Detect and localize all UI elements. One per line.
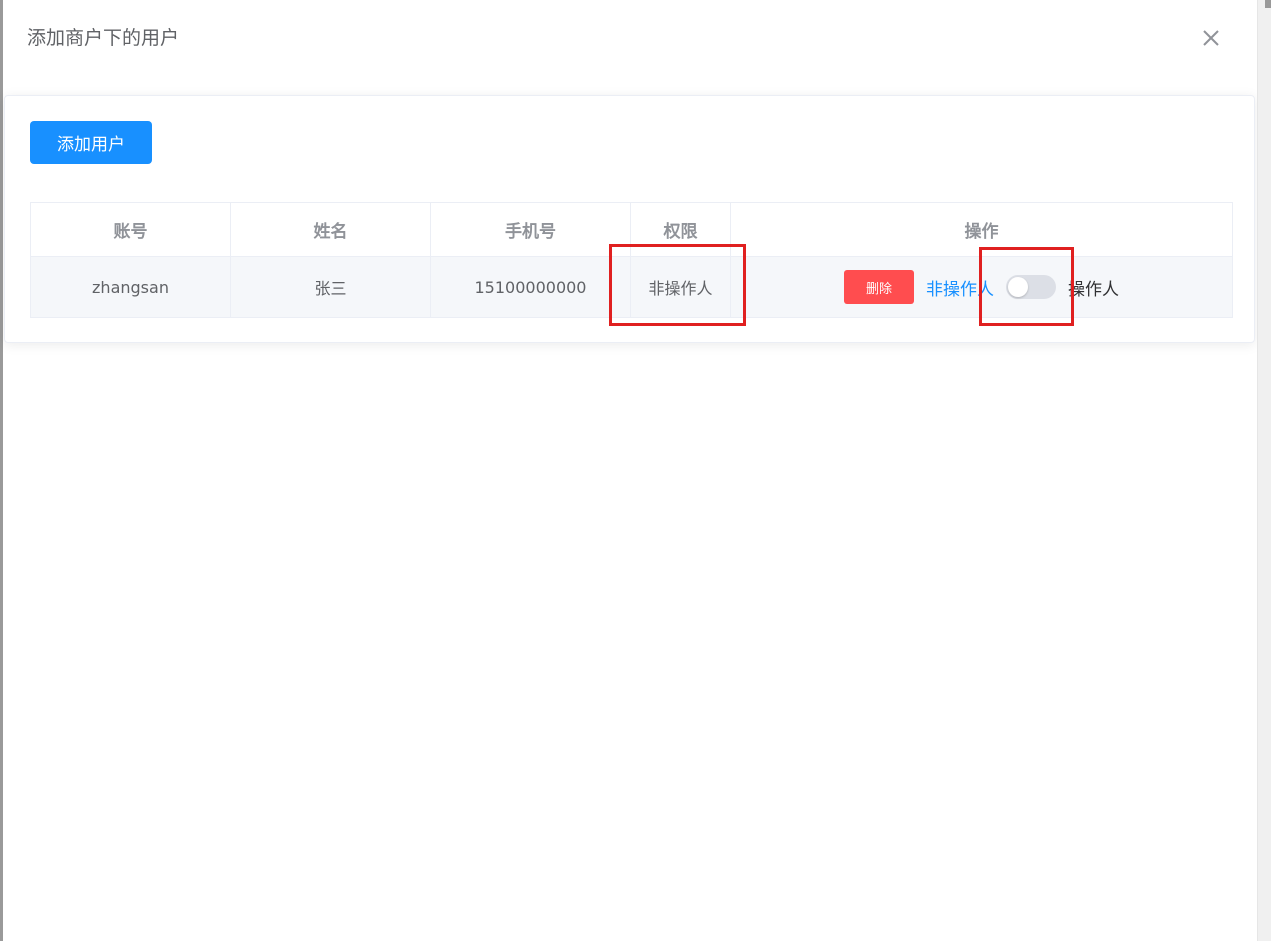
right-scroll-gutter — [1257, 0, 1271, 941]
column-header-actions: 操作 — [730, 202, 1233, 257]
table-row: zhangsan 张三 15100000000 非操作人 删除 非操作人 操作人 — [30, 256, 1233, 318]
switch-active-label[interactable]: 操作人 — [1068, 275, 1119, 300]
close-icon[interactable] — [1199, 26, 1223, 50]
cell-phone: 15100000000 — [430, 256, 631, 318]
column-header-account: 账号 — [30, 202, 231, 257]
cell-name: 张三 — [230, 256, 431, 318]
add-merchant-user-dialog: 添加商户下的用户 添加用户 账号 姓名 手机号 权限 操作 zhangsan 张… — [3, 0, 1257, 941]
user-table: 账号 姓名 手机号 权限 操作 zhangsan 张三 15100000000 … — [30, 202, 1233, 318]
column-header-phone: 手机号 — [430, 202, 631, 257]
add-user-button[interactable]: 添加用户 — [30, 121, 152, 164]
operator-toggle-switch[interactable] — [1006, 275, 1056, 299]
cell-actions: 删除 非操作人 操作人 — [730, 256, 1233, 318]
column-header-name: 姓名 — [230, 202, 431, 257]
user-list-card: 添加用户 账号 姓名 手机号 权限 操作 zhangsan 张三 1510000… — [4, 95, 1255, 343]
switch-inactive-label[interactable]: 非操作人 — [926, 275, 994, 300]
switch-knob — [1008, 277, 1028, 297]
cell-permission: 非操作人 — [630, 256, 731, 318]
table-header-row: 账号 姓名 手机号 权限 操作 — [30, 202, 1233, 257]
scrollbar-marker — [1265, 0, 1271, 8]
dialog-title: 添加商户下的用户 — [27, 27, 180, 49]
page: 添加商户下的用户 添加用户 账号 姓名 手机号 权限 操作 zhangsan 张… — [0, 0, 1271, 941]
delete-button[interactable]: 删除 — [844, 270, 914, 304]
cell-account: zhangsan — [30, 256, 231, 318]
column-header-permission: 权限 — [630, 202, 731, 257]
row-actions: 删除 非操作人 操作人 — [732, 258, 1232, 317]
